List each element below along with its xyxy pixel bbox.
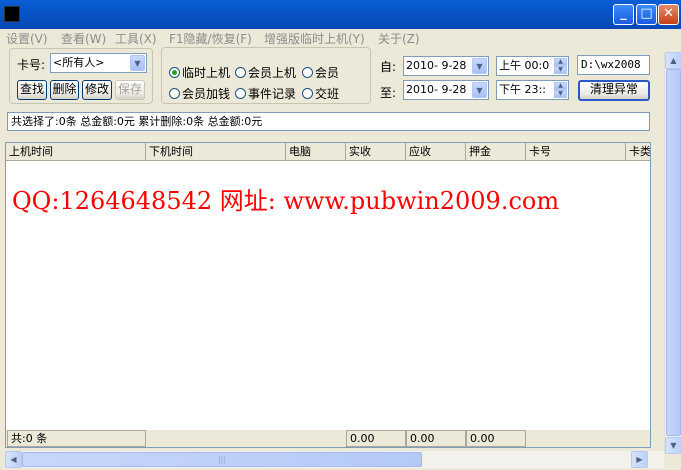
to-time-value: 下午 23:: [499, 83, 546, 96]
chevron-down-icon[interactable]: ▼ [472, 82, 487, 98]
from-date-picker[interactable]: 2010- 9-28 ▼ [403, 56, 489, 76]
minimize-button[interactable]: _ [613, 4, 634, 25]
radio-handover[interactable]: 交班 [302, 85, 339, 102]
grip-icon: ||| [217, 455, 227, 464]
menu-hide-restore[interactable]: F1隐藏/恢复(F) [169, 30, 252, 47]
chevron-down-icon[interactable]: ▼ [130, 55, 145, 71]
radio-member[interactable]: 会员 [302, 64, 339, 81]
from-date-value: 2010- 9-28 [406, 59, 467, 72]
title-bar: _ □ ✕ [0, 0, 681, 29]
modify-button[interactable]: 修改 [82, 80, 112, 100]
footer-receivable: 0.00 [406, 430, 466, 447]
watermark-text: QQ:1264648542 网址: www.pubwin2009.com [12, 187, 560, 215]
app-icon [4, 6, 20, 22]
scroll-up-icon[interactable]: ▲ [665, 52, 681, 69]
column-header[interactable]: 上机时间 [6, 143, 146, 161]
menu-bar: 设置(V) 查看(W) 工具(X) F1隐藏/恢复(F) 增强版临时上机(Y) … [0, 29, 681, 46]
clear-errors-button[interactable]: 清理异常 [578, 80, 650, 101]
vertical-scrollbar[interactable]: ▲ ▼ [664, 52, 681, 454]
horizontal-scrollbar[interactable]: ◀ ||| ▶ [5, 451, 664, 468]
spinner-icon[interactable]: ▲ ▼ [554, 82, 567, 98]
card-label: 卡号: [17, 58, 46, 72]
column-header[interactable]: 电脑 [286, 143, 346, 161]
save-button[interactable]: 保存 [115, 80, 145, 100]
vertical-scroll-thumb[interactable] [666, 69, 681, 436]
maximize-button[interactable]: □ [636, 4, 657, 25]
column-header[interactable]: 下机时间 [146, 143, 286, 161]
footer-received: 0.00 [346, 430, 406, 447]
card-select-value: <所有人> [53, 56, 105, 69]
from-time-picker[interactable]: 上午 00:0 ▲ ▼ [496, 56, 569, 76]
to-time-picker[interactable]: 下午 23:: ▲ ▼ [496, 80, 569, 100]
radio-temp-login[interactable]: 临时上机 [169, 64, 230, 81]
scroll-down-icon[interactable]: ▼ [665, 437, 681, 454]
summary-bar: 共选择了:0条 总金额:0元 累计删除:0条 总金额:0元 [7, 112, 650, 131]
column-header[interactable]: 实收 [346, 143, 406, 161]
chevron-down-icon[interactable]: ▼ [472, 58, 487, 74]
table-header: 上机时间 下机时间 电脑 实收 应收 押金 卡号 卡类 [6, 143, 650, 161]
menu-tools[interactable]: 工具(X) [115, 30, 157, 47]
footer-deposit: 0.00 [466, 430, 526, 447]
column-header[interactable]: 应收 [406, 143, 466, 161]
menu-enhanced-temp-login[interactable]: 增强版临时上机(Y) [264, 30, 365, 47]
from-label: 自: [380, 60, 397, 74]
close-button[interactable]: ✕ [658, 4, 679, 25]
card-select[interactable]: <所有人> ▼ [50, 53, 147, 73]
menu-settings[interactable]: 设置(V) [6, 30, 48, 47]
record-type-group: 临时上机 会员上机 会员 会员加钱 事件记录 交班 [161, 47, 371, 104]
radio-member-topup[interactable]: 会员加钱 [169, 85, 230, 102]
table-footer: 共:0 条 0.00 0.00 0.00 [6, 430, 650, 447]
find-button[interactable]: 查找 [17, 80, 47, 100]
scroll-left-icon[interactable]: ◀ [5, 451, 22, 468]
path-field[interactable]: D:\wx2008 [577, 55, 650, 75]
horizontal-scroll-thumb[interactable]: ||| [22, 452, 422, 467]
from-time-value: 上午 00:0 [499, 59, 550, 72]
to-label: 至: [380, 86, 397, 100]
column-header[interactable]: 押金 [466, 143, 526, 161]
menu-about[interactable]: 关于(Z) [378, 30, 420, 47]
to-date-value: 2010- 9-28 [406, 83, 467, 96]
scroll-right-icon[interactable]: ▶ [631, 451, 648, 468]
radio-member-login[interactable]: 会员上机 [235, 64, 296, 81]
card-filter-group: 卡号: <所有人> ▼ 查找 删除 修改 保存 [9, 48, 153, 104]
menu-view[interactable]: 查看(W) [61, 30, 106, 47]
column-header[interactable]: 卡类 [626, 143, 650, 161]
column-header[interactable]: 卡号 [526, 143, 626, 161]
to-date-picker[interactable]: 2010- 9-28 ▼ [403, 80, 489, 100]
delete-button[interactable]: 删除 [50, 80, 79, 100]
footer-total: 共:0 条 [7, 430, 146, 447]
radio-event-log[interactable]: 事件记录 [235, 85, 296, 102]
spinner-icon[interactable]: ▲ ▼ [554, 58, 567, 74]
records-table[interactable]: 上机时间 下机时间 电脑 实收 应收 押金 卡号 卡类 QQ:126464854… [5, 142, 651, 448]
